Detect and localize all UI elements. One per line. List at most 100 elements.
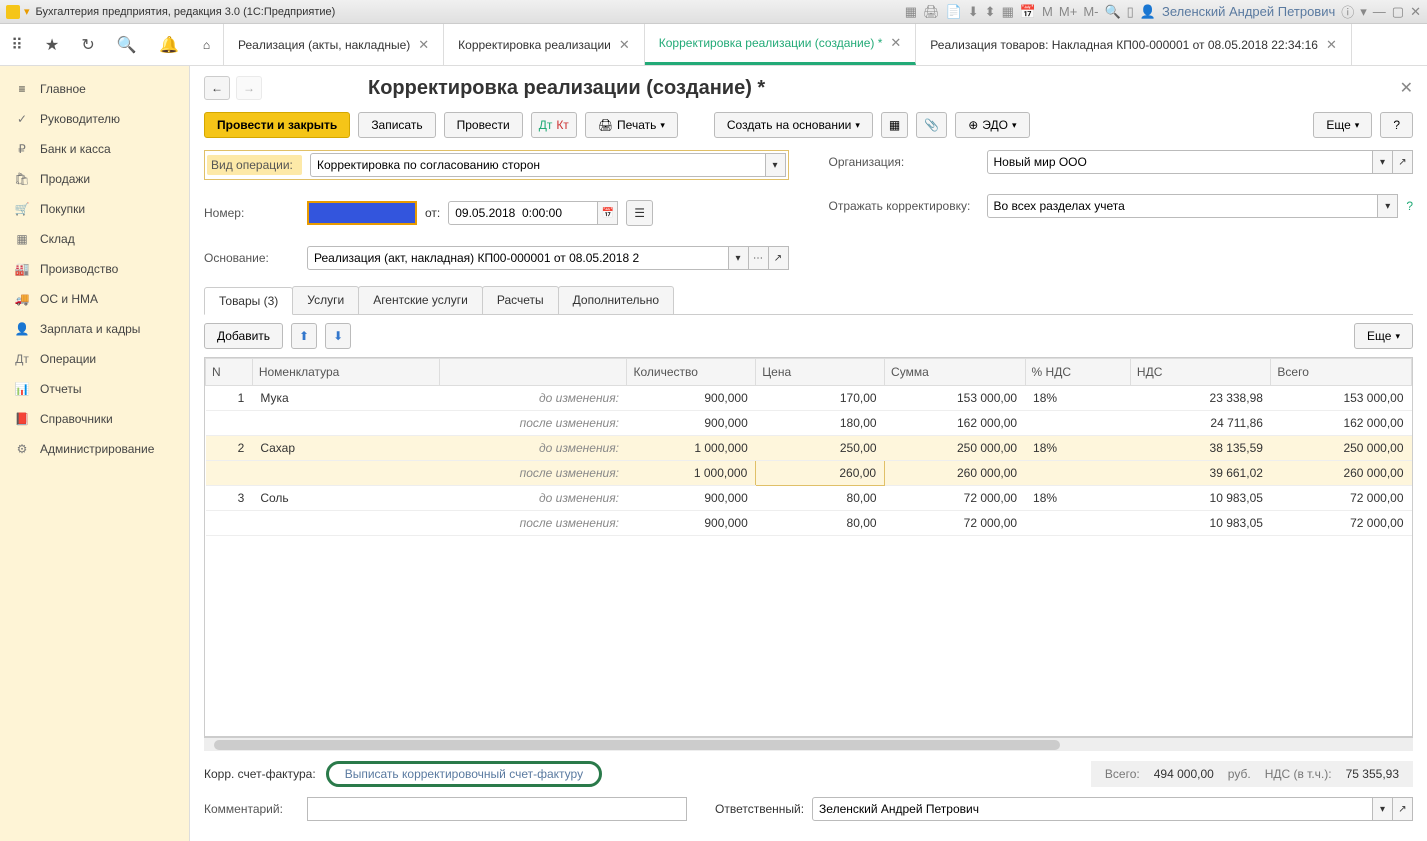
table-row[interactable]: 2Сахардо изменения:1 000,000250,00250 00… — [206, 436, 1412, 461]
save-button[interactable]: Записать — [358, 112, 435, 138]
sidebar-item[interactable]: 📊Отчеты — [0, 374, 189, 404]
table-row[interactable]: 1Мукадо изменения:900,000170,00153 000,0… — [206, 386, 1412, 411]
close-icon[interactable]: ✕ — [1326, 37, 1337, 53]
price-edit-cell[interactable]: 260,00 — [756, 461, 885, 486]
table-row[interactable]: после изменения:900,000180,00162 000,002… — [206, 411, 1412, 436]
dropdown-icon[interactable]: ▾ — [1378, 194, 1398, 218]
help-button[interactable]: ? — [1380, 112, 1413, 138]
column-header[interactable]: НДС — [1130, 359, 1271, 386]
sidebar-item[interactable]: 👤Зарплата и кадры — [0, 314, 189, 344]
dropdown-icon[interactable]: ▾ — [24, 5, 30, 18]
sidebar-item[interactable]: 📕Справочники — [0, 404, 189, 434]
panel-icon[interactable]: ▯ — [1127, 4, 1134, 20]
subtab[interactable]: Расчеты — [482, 286, 559, 314]
open-icon[interactable]: ↗ — [1393, 150, 1413, 174]
horizontal-scrollbar[interactable] — [204, 737, 1413, 751]
sidebar-item[interactable]: ДтОперации — [0, 344, 189, 374]
column-header[interactable]: Всего — [1271, 359, 1412, 386]
post-and-close-button[interactable]: Провести и закрыть — [204, 112, 350, 138]
dropdown-icon[interactable]: ▾ — [766, 153, 786, 177]
subtab[interactable]: Товары (3) — [204, 287, 293, 315]
table-more-button[interactable]: Еще — [1354, 323, 1413, 349]
home-tab[interactable]: ⌂ — [190, 24, 224, 65]
post-button[interactable]: Провести — [444, 112, 523, 138]
search-icon[interactable]: 🔍 — [117, 35, 137, 55]
table-row[interactable]: после изменения:1 000,000260,00260 000,0… — [206, 461, 1412, 486]
open-icon[interactable]: ↗ — [1393, 797, 1413, 821]
tool-icon[interactable]: ▦ — [905, 4, 917, 20]
print-button[interactable]: 🖨 Печать — [585, 112, 678, 138]
responsible-input[interactable] — [812, 797, 1373, 821]
mplus-icon[interactable]: М+ — [1059, 4, 1077, 19]
open-icon[interactable]: ↗ — [769, 246, 789, 270]
column-header[interactable]: N — [206, 359, 253, 386]
dropdown-icon[interactable]: ▾ — [1360, 4, 1367, 20]
add-button[interactable]: Добавить — [204, 323, 283, 349]
save-icon[interactable]: ⬇ — [968, 4, 979, 20]
calendar-icon[interactable]: 📅 — [598, 201, 618, 225]
apps-icon[interactable]: ⠿ — [11, 35, 23, 55]
list-icon[interactable]: ☰ — [626, 200, 653, 226]
tab[interactable]: Корректировка реализации✕ — [444, 24, 645, 65]
maximize-icon[interactable]: ▢ — [1392, 4, 1404, 20]
history-icon[interactable]: ↻ — [81, 35, 94, 55]
column-header[interactable] — [440, 359, 627, 386]
more-button[interactable]: Еще — [1313, 112, 1372, 138]
print-icon[interactable]: 🖨 — [923, 4, 940, 20]
debit-credit-button[interactable]: ДтКт — [531, 112, 577, 138]
sidebar-item[interactable]: 🚚ОС и НМА — [0, 284, 189, 314]
m-icon[interactable]: М — [1042, 4, 1053, 19]
star-icon[interactable]: ★ — [45, 35, 59, 55]
table-row[interactable]: после изменения:900,00080,0072 000,0010 … — [206, 511, 1412, 536]
bell-icon[interactable]: 🔔 — [159, 35, 179, 55]
sidebar-item[interactable]: 🏭Производство — [0, 254, 189, 284]
sidebar-item[interactable]: ₽Банк и касса — [0, 134, 189, 164]
attach-button[interactable]: 📎 — [916, 112, 947, 138]
compare-icon[interactable]: ⬍ — [985, 4, 996, 20]
more-icon[interactable]: ⋯ — [749, 246, 769, 270]
table-row[interactable]: 3Сольдо изменения:900,00080,0072 000,001… — [206, 486, 1412, 511]
move-down-button[interactable]: ⬇ — [325, 323, 351, 349]
number-input[interactable] — [307, 201, 417, 225]
subtab[interactable]: Дополнительно — [558, 286, 674, 314]
dropdown-icon[interactable]: ▾ — [1373, 797, 1393, 821]
doc-icon[interactable]: 📄 — [946, 4, 962, 20]
sidebar-item[interactable]: ≡Главное — [0, 74, 189, 104]
help-icon[interactable]: ? — [1406, 199, 1413, 213]
move-up-button[interactable]: ⬆ — [291, 323, 317, 349]
subtab[interactable]: Услуги — [292, 286, 359, 314]
dropdown-icon[interactable]: ▾ — [729, 246, 749, 270]
op-type-input[interactable] — [310, 153, 766, 177]
dropdown-icon[interactable]: ▾ — [1373, 150, 1393, 174]
sidebar-item[interactable]: ⚙Администрирование — [0, 434, 189, 464]
calendar-icon[interactable]: 📅 — [1020, 4, 1036, 20]
tab[interactable]: Корректировка реализации (создание) *✕ — [645, 24, 917, 65]
tab[interactable]: Реализация товаров: Накладная КП00-00000… — [916, 24, 1352, 65]
date-input[interactable] — [448, 201, 598, 225]
org-input[interactable] — [987, 150, 1374, 174]
edo-button[interactable]: ⊕ ЭДО — [955, 112, 1029, 138]
basis-input[interactable] — [307, 246, 729, 270]
comment-input[interactable] — [307, 797, 687, 821]
close-page-icon[interactable]: ✕ — [1400, 78, 1413, 98]
close-icon[interactable]: ✕ — [418, 37, 429, 53]
column-header[interactable]: Цена — [756, 359, 885, 386]
create-based-button[interactable]: Создать на основании — [714, 112, 873, 138]
close-icon[interactable]: ✕ — [890, 35, 901, 51]
mminus-icon[interactable]: М- — [1083, 4, 1098, 19]
back-button[interactable]: ← — [204, 76, 230, 100]
zoom-icon[interactable]: 🔍 — [1104, 4, 1120, 20]
tab[interactable]: Реализация (акты, накладные)✕ — [224, 24, 444, 65]
user-name[interactable]: Зеленский Андрей Петрович — [1162, 4, 1335, 19]
sidebar-item[interactable]: 🛒Покупки — [0, 194, 189, 224]
column-header[interactable]: % НДС — [1025, 359, 1130, 386]
close-icon[interactable]: ✕ — [1410, 4, 1421, 20]
reflect-input[interactable] — [987, 194, 1379, 218]
calc-icon[interactable]: ▦ — [1002, 4, 1014, 20]
subtab[interactable]: Агентские услуги — [358, 286, 483, 314]
column-header[interactable]: Сумма — [885, 359, 1026, 386]
minimize-icon[interactable]: — — [1373, 4, 1386, 19]
close-icon[interactable]: ✕ — [619, 37, 630, 53]
column-header[interactable]: Количество — [627, 359, 756, 386]
info-icon[interactable]: ⓘ — [1341, 2, 1354, 21]
